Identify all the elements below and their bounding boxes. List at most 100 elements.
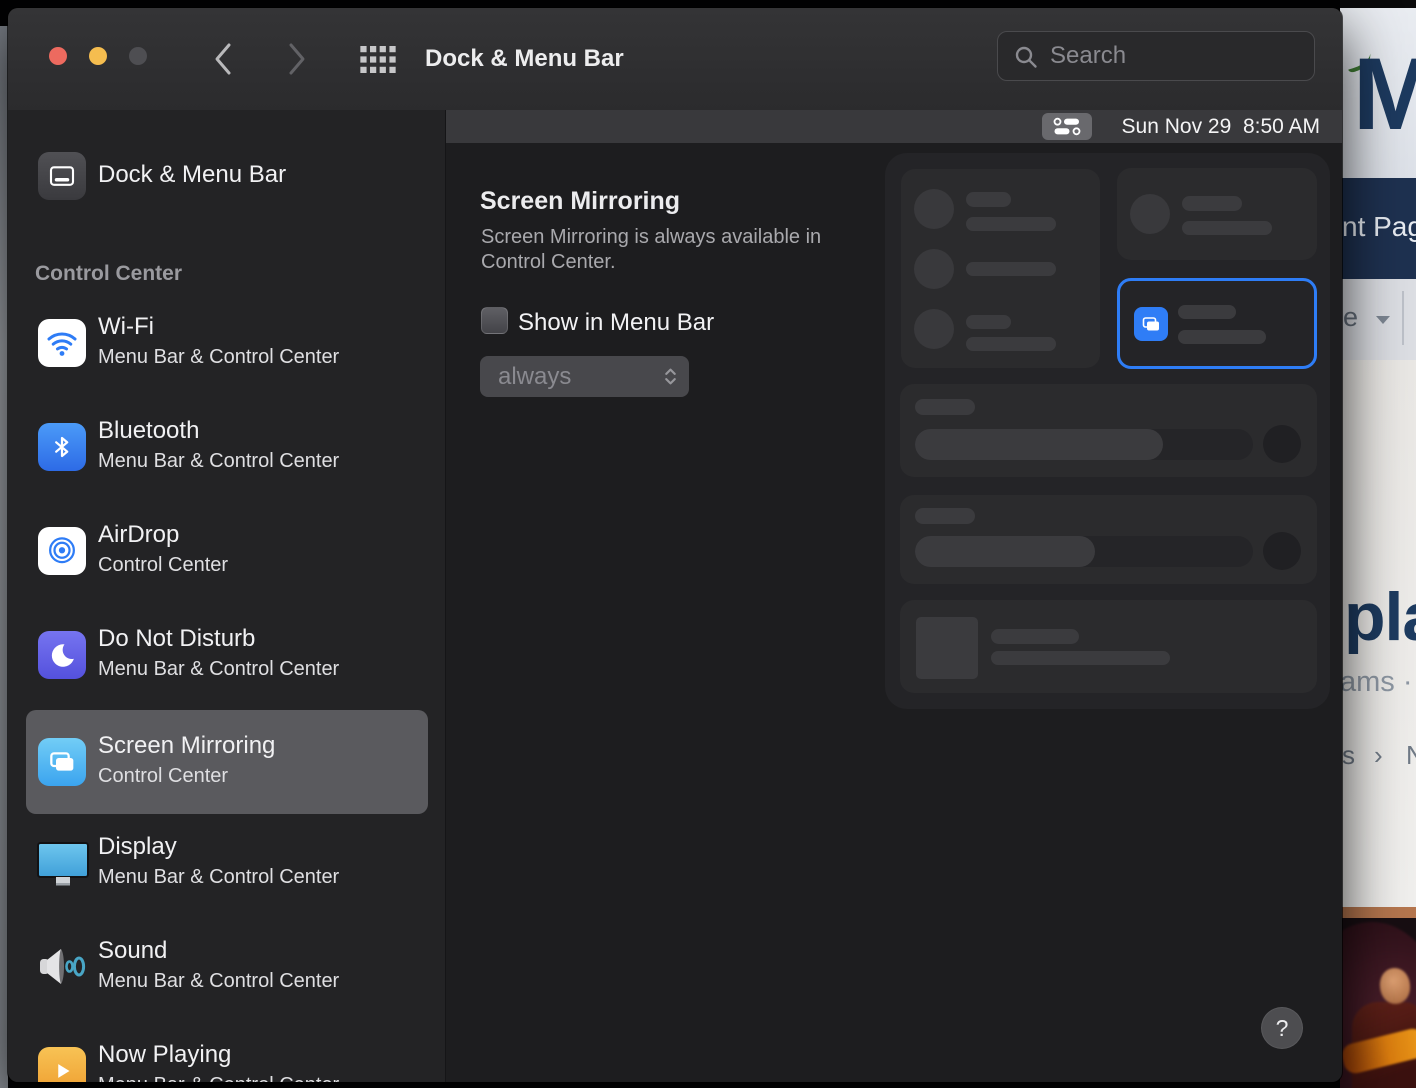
forward-button[interactable] <box>286 42 308 76</box>
background-photo <box>1340 918 1416 1088</box>
sidebar-item-label: Screen Mirroring <box>98 732 275 760</box>
title-bar: Dock & Menu Bar <box>8 8 1342 111</box>
moon-icon <box>38 631 86 679</box>
placeholder-circle <box>914 249 954 289</box>
search-field[interactable] <box>997 31 1315 81</box>
sidebar-item-label: Sound <box>98 937 167 965</box>
sidebar-item-label: AirDrop <box>98 521 179 549</box>
sidebar-item-sub: Menu Bar & Control Center <box>98 970 339 993</box>
speaker-icon <box>36 943 90 991</box>
chevron-down-icon <box>1376 316 1390 324</box>
sidebar-item-label: Now Playing <box>98 1041 231 1069</box>
placeholder-bar <box>1178 330 1266 344</box>
sidebar-item-label: Dock & Menu Bar <box>98 161 286 189</box>
bluetooth-icon <box>38 423 86 471</box>
placeholder-bar <box>1182 196 1242 211</box>
placeholder-circle <box>1130 194 1170 234</box>
stepper-chevrons-icon <box>664 368 677 390</box>
chevron-right-icon: › <box>1374 740 1383 771</box>
help-button[interactable]: ? <box>1261 1007 1303 1049</box>
menu-bar-datetime: Sun Nov 29 8:50 AM <box>1122 110 1320 143</box>
background-breadcrumb-right: N <box>1406 740 1416 771</box>
preview-card-small <box>1117 168 1317 260</box>
section-description: Screen Mirroring is always available in … <box>481 225 829 275</box>
sidebar-item-label: Display <box>98 833 177 861</box>
sidebar: Dock & Menu Bar Control Center Wi-Fi Men… <box>8 110 446 1082</box>
visibility-dropdown[interactable]: always <box>480 356 689 397</box>
sidebar-section-header: Control Center <box>35 262 182 286</box>
placeholder-bar <box>1182 221 1272 235</box>
background-divider-bar <box>1340 907 1416 918</box>
search-input[interactable] <box>1048 38 1302 74</box>
placeholder-bar <box>966 217 1056 231</box>
display-icon <box>36 839 90 887</box>
background-byline-fragment: ams · <box>1340 666 1413 699</box>
placeholder-circle <box>914 189 954 229</box>
control-center-preview <box>885 153 1330 709</box>
placeholder-bar <box>966 315 1011 329</box>
slider-track <box>915 429 1253 460</box>
menu-bar-preview: Sun Nov 29 8:50 AM <box>446 110 1342 143</box>
background-navbar: nt Pag <box>1340 178 1416 279</box>
preview-screen-mirroring-tile <box>1117 278 1317 369</box>
slider-fill <box>915 536 1095 567</box>
placeholder-bar <box>966 192 1011 207</box>
placeholder-thumbnail <box>916 617 978 679</box>
preview-card-media <box>900 600 1317 693</box>
background-page-header: M <box>1340 8 1416 178</box>
airdrop-icon <box>38 527 86 575</box>
close-button[interactable] <box>49 47 67 65</box>
control-center-menu-icon <box>1042 113 1092 140</box>
sidebar-item-do-not-disturb[interactable]: Do Not Disturb Menu Bar & Control Center <box>26 603 428 707</box>
screen-mirroring-icon <box>38 738 86 786</box>
sidebar-item-now-playing[interactable]: Now Playing Menu Bar & Control Center <box>26 1019 428 1082</box>
sidebar-item-airdrop[interactable]: AirDrop Control Center <box>26 499 428 603</box>
screen: M nt Pag e pla ams · s › N <box>0 0 1416 1088</box>
placeholder-circle <box>914 309 954 349</box>
back-button[interactable] <box>212 42 234 76</box>
background-breadcrumb-left: s <box>1342 740 1355 771</box>
dropdown-value: always <box>498 356 571 397</box>
show-all-grid-icon[interactable] <box>360 46 382 80</box>
sidebar-item-sub: Control Center <box>98 765 228 788</box>
preview-card-slider <box>900 384 1317 477</box>
sidebar-item-bluetooth[interactable]: Bluetooth Menu Bar & Control Center <box>26 395 428 499</box>
background-toolbar: e <box>1340 279 1416 360</box>
sidebar-item-sub: Menu Bar & Control Center <box>98 450 339 473</box>
show-in-menu-bar-checkbox[interactable] <box>481 307 508 334</box>
checkbox-label: Show in Menu Bar <box>518 309 714 337</box>
screen-mirroring-tile-icon <box>1134 307 1168 341</box>
sidebar-item-label: Do Not Disturb <box>98 625 255 653</box>
minimize-button[interactable] <box>89 47 107 65</box>
background-page-body: pla ams · s › N <box>1340 360 1416 907</box>
placeholder-bar <box>915 508 975 524</box>
slider-track <box>915 536 1253 567</box>
page-title: Dock & Menu Bar <box>425 8 624 110</box>
sidebar-item-sub: Control Center <box>98 554 228 577</box>
sidebar-item-sub: Menu Bar & Control Center <box>98 658 339 681</box>
slider-fill <box>915 429 1163 460</box>
section-heading: Screen Mirroring <box>480 187 680 216</box>
placeholder-bar <box>966 262 1056 276</box>
sidebar-item-display[interactable]: Display Menu Bar & Control Center <box>26 811 428 915</box>
system-preferences-window: Dock & Menu Bar Sun Nov 29 8:50 AM <box>8 8 1342 1082</box>
divider <box>1402 291 1404 345</box>
sidebar-item-sound[interactable]: Sound Menu Bar & Control Center <box>26 915 428 1019</box>
sidebar-item-screen-mirroring[interactable]: Screen Mirroring Control Center <box>26 710 428 814</box>
placeholder-bar <box>991 651 1170 665</box>
placeholder-bar <box>966 337 1056 351</box>
background-dropdown-text: e <box>1343 302 1358 333</box>
slider-knob <box>1263 425 1301 463</box>
background-heading-fragment: pla <box>1344 578 1416 656</box>
background-navbar-text: nt Pag <box>1342 211 1416 243</box>
placeholder-bar <box>1178 305 1236 319</box>
zoom-button[interactable] <box>129 47 147 65</box>
slider-knob <box>1263 532 1301 570</box>
sidebar-item-dock-menu-bar[interactable]: Dock & Menu Bar <box>26 124 428 228</box>
placeholder-bar <box>915 399 975 415</box>
sidebar-item-wifi[interactable]: Wi-Fi Menu Bar & Control Center <box>26 291 428 395</box>
placeholder-bar <box>991 629 1079 644</box>
preview-card-slider <box>900 495 1317 584</box>
sidebar-item-sub: Menu Bar & Control Center <box>98 1074 339 1082</box>
sidebar-item-sub: Menu Bar & Control Center <box>98 346 339 369</box>
